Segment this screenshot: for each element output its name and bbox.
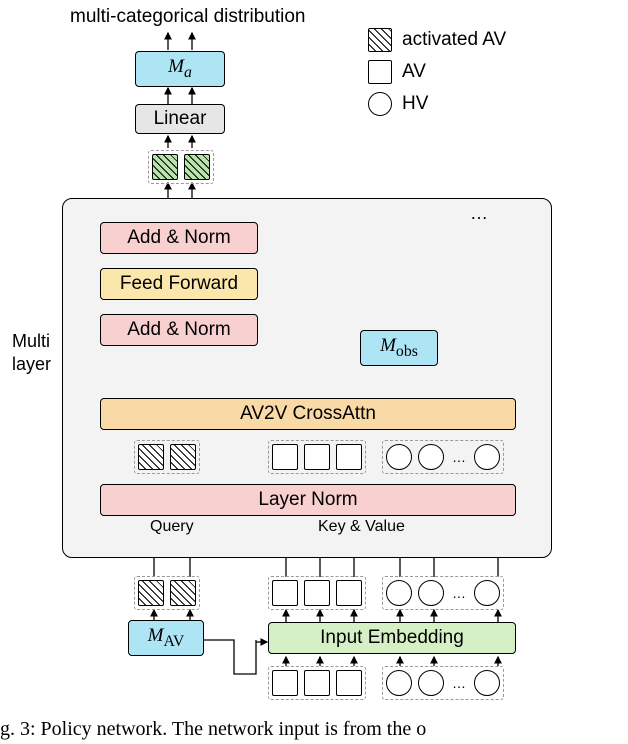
raw-hv-token [386,670,412,696]
ellipsis-top: … [470,203,488,224]
crossattn-label: AV2V CrossAttn [240,403,376,425]
raw-av-token [336,670,362,696]
addnorm-top-block: Add & Norm [100,222,258,254]
kv-hv-token [474,444,500,470]
emb-av-group [268,576,366,610]
layernorm-label: Layer Norm [258,489,357,511]
av-input-group [134,576,200,610]
query-label: Query [150,518,194,536]
layernorm-block: Layer Norm [100,484,516,516]
inputemb-block: Input Embedding [268,622,516,654]
emb-hv-token [418,580,444,606]
kv-hv-group: … [382,440,504,474]
legend-av-icon [368,60,392,84]
crossattn-block: AV2V CrossAttn [100,398,516,430]
kv-hv-token [386,444,412,470]
feedforward-block: Feed Forward [100,268,258,300]
raw-av-token [272,670,298,696]
ma-block: Ma [135,51,225,87]
green-token-group [148,150,214,184]
av-input-token [170,580,196,606]
query-token-group [134,440,200,474]
av-input-token [138,580,164,606]
addnorm-top-label: Add & Norm [127,227,230,249]
inputemb-label: Input Embedding [320,627,464,649]
kv-av-token [272,444,298,470]
multilayer-label: Multi layer [12,330,51,375]
legend-hv-icon [368,92,392,116]
ma-label: Ma [168,56,192,82]
keyvalue-label: Key & Value [318,518,405,536]
emb-av-token [304,580,330,606]
emb-av-token [336,580,362,606]
mav-block: MAV [128,620,204,656]
kv-av-token [304,444,330,470]
raw-hv-token [474,670,500,696]
raw-av-group [268,666,366,700]
emb-hv-token [474,580,500,606]
green-token [184,154,210,180]
legend-activated-icon [368,28,392,52]
caption-text: g. 3: Policy network. The network input … [0,718,628,741]
emb-hv-token [386,580,412,606]
legend: activated AV AV HV [368,28,506,116]
raw-av-token [304,670,330,696]
mav-label: MAV [148,625,185,651]
query-token [170,444,196,470]
query-token [138,444,164,470]
title-text: multi-categorical distribution [70,6,306,28]
mobs-block: Mobs [360,330,438,366]
kv-av-token [336,444,362,470]
kv-hv-token [418,444,444,470]
legend-av-label: AV [402,61,426,83]
kv-av-group [268,440,366,474]
legend-activated-label: activated AV [402,29,506,51]
linear-block: Linear [135,104,225,134]
ellipsis: … [450,585,468,601]
addnorm-bottom-block: Add & Norm [100,314,258,346]
addnorm-bottom-label: Add & Norm [127,319,230,341]
ellipsis: … [450,675,468,691]
emb-hv-group: … [382,576,504,610]
raw-hv-token [418,670,444,696]
ellipsis: … [450,449,468,465]
mobs-label: Mobs [380,335,418,361]
linear-label: Linear [154,108,207,130]
emb-av-token [272,580,298,606]
green-token [152,154,178,180]
legend-hv-label: HV [402,93,428,115]
feedforward-label: Feed Forward [120,273,238,295]
raw-hv-group: … [382,666,504,700]
